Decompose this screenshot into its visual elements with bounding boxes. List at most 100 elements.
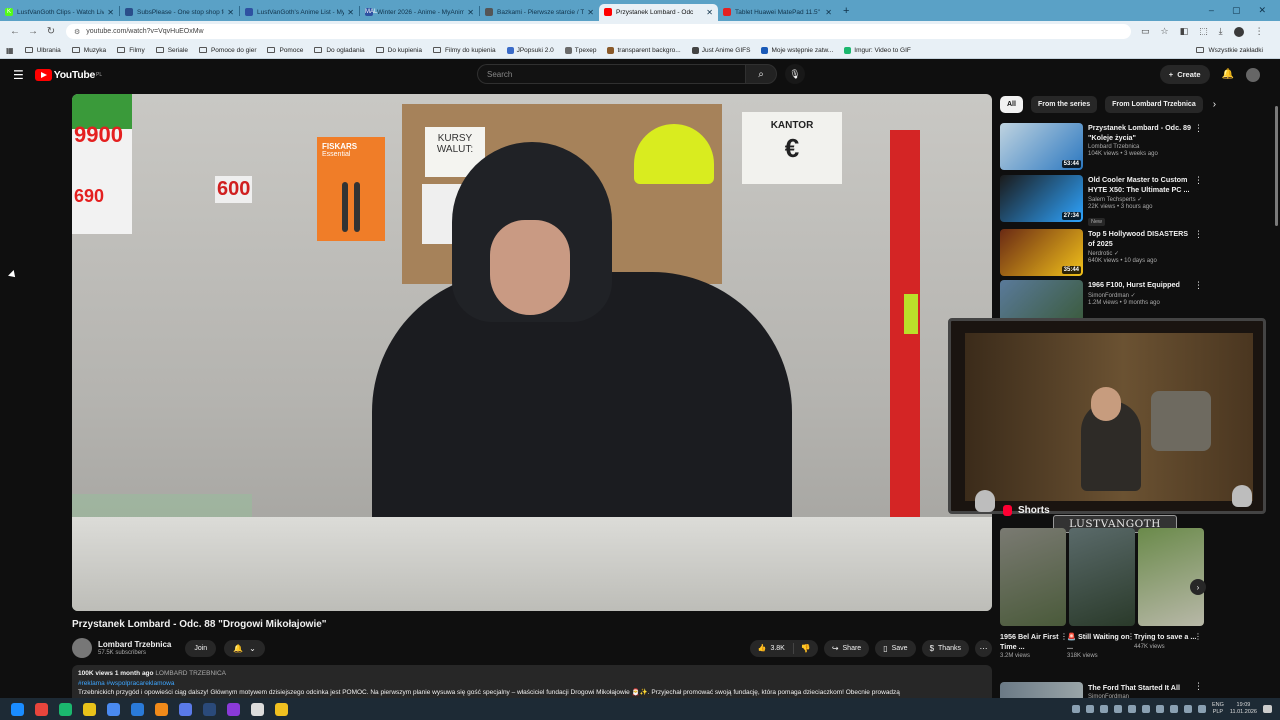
url-field[interactable]: ⚙ youtube.com/watch?v=VqvHuEOxMw [66,24,1131,39]
youtube-logo[interactable]: YouTube PL [34,69,102,81]
tray-icon[interactable] [1155,705,1164,713]
browser-tab[interactable]: Tablet Huawei MatePad 11.5" ✕ [718,4,837,21]
bookmark-item[interactable]: Moje wstępnie zatw... [761,46,833,54]
terminal-icon[interactable] [59,702,72,716]
tab-close-icon[interactable]: ✕ [825,8,832,17]
browser-tab[interactable]: Bazkami - Pierwsze starcie / Th ✕ [480,4,599,21]
notification-center-icon[interactable] [1263,705,1272,713]
more-options-icon[interactable]: ⋮ [1194,681,1203,692]
new-tab-button[interactable]: + [843,5,849,17]
recommendation-item[interactable]: 53:44 Przystanek Lombard - Odc. 89 "Kolej… [1000,123,1203,172]
bookmark-item[interactable]: transparent backgro... [607,46,681,54]
video-player[interactable]: 9900 690 600 KURSY WALUT: FISKARS Essent… [72,94,992,611]
menu-dots-icon[interactable]: ⋮ [1255,26,1264,37]
close-window-icon[interactable]: ✕ [1258,5,1266,16]
more-options-icon[interactable]: ⋮ [1194,175,1203,186]
bookmark-item[interactable]: Do ogladania [314,47,365,54]
subscription-bell-button[interactable]: 🔔 ⌄ [224,639,265,657]
filter-chip[interactable]: From Lombard Trzebnica [1105,96,1203,113]
recommendation-item[interactable]: 27:34 Old Cooler Master to Custom HYTE X5… [1000,175,1203,226]
cast-icon[interactable]: ▭ [1141,26,1150,37]
channel-name[interactable]: Lombard Trzebnica [98,640,171,649]
dislike-button[interactable]: 👎 [794,644,818,653]
notifications-bell-icon[interactable]: 🔔 [1222,69,1234,80]
search-button[interactable]: ⌕ [745,64,777,84]
bookmark-star-icon[interactable]: ☆ [1161,26,1169,37]
chrome-icon[interactable] [35,702,48,716]
chevron-right-icon[interactable]: › [1213,99,1216,110]
more-actions-button[interactable]: ⋯ [975,639,992,657]
back-icon[interactable]: ← [6,26,24,37]
tab-close-icon[interactable]: ✕ [227,8,234,17]
tab-close-icon[interactable]: ✕ [706,8,713,17]
tab-close-icon[interactable]: ✕ [467,8,474,17]
tray-icon[interactable] [1071,705,1080,713]
save-button[interactable]: ▯ Save [875,639,916,657]
join-button[interactable]: Join [185,639,217,657]
account-avatar[interactable] [1246,67,1260,82]
bookmark-item[interactable]: JPopsuki 2.0 [506,46,554,54]
scrollbar[interactable] [1273,94,1280,244]
bookmark-item[interactable]: Muzyka [71,47,106,54]
bookmark-item[interactable]: Imgur: Video to GIF [844,46,911,54]
short-thumbnail[interactable] [1000,528,1066,626]
extensions-puzzle-icon[interactable]: ⬚ [1199,26,1208,37]
bookmark-item[interactable]: Tpexep [564,46,596,54]
more-options-icon[interactable]: ⋮ [1194,229,1203,240]
short-info[interactable]: Trying to save a ... 447K views ⋮ [1134,632,1202,650]
bookmark-item[interactable]: Filmy do kupienia [432,47,496,54]
tray-icon[interactable] [1113,705,1122,713]
discord-icon[interactable] [251,702,264,716]
tab-close-icon[interactable]: ✕ [107,8,114,17]
bookmark-item[interactable]: Pomoce do gier [198,47,256,54]
tray-icon[interactable] [1085,705,1094,713]
filter-chip[interactable]: From the series [1030,96,1098,113]
shorts-next-button[interactable]: › [1190,579,1206,595]
site-info-icon[interactable]: ⚙ [74,28,80,36]
minimize-icon[interactable]: – [1209,5,1214,16]
store-icon[interactable] [131,702,144,716]
bookmark-item[interactable]: Pomoce [267,47,303,54]
wifi-icon[interactable] [1183,705,1192,713]
extension-icon[interactable]: ◧ [1180,26,1189,37]
reload-icon[interactable]: ↻ [42,26,60,37]
tray-icon[interactable] [1169,705,1178,713]
tray-icon[interactable] [1141,705,1150,713]
tray-icon[interactable] [1099,705,1108,713]
bookmark-item[interactable]: Do kupienia [375,47,422,54]
language-indicator[interactable]: ENG PLP [1212,702,1224,716]
short-info[interactable]: 1956 Bel Air First Time ... 3.2M views ⋮ [1000,632,1068,659]
search-input[interactable]: Search [477,64,745,84]
app-icon[interactable] [83,702,96,716]
bookmark-item[interactable]: Ulbrania [24,47,61,54]
recommendation-item[interactable]: 35:44 Top 5 Hollywood DISASTERS of 2025 Ne… [1000,229,1203,278]
browser-tab[interactable]: SubsPlease - One stop shop fo ✕ [120,4,239,21]
forward-icon[interactable]: → [24,26,42,37]
share-button[interactable]: ↪ Share [823,639,870,657]
filter-chip[interactable]: All [1000,96,1023,113]
download-icon[interactable]: ⤓ [1219,26,1223,37]
more-options-icon[interactable]: ⋮ [1194,280,1203,291]
explorer-icon[interactable] [275,702,288,716]
hamburger-menu-icon[interactable]: ☰ [13,68,24,82]
bookmark-item[interactable]: Just Anime GIFS [691,46,750,54]
more-options-icon[interactable]: ⋮ [1194,632,1202,641]
obs-icon[interactable] [227,702,240,716]
browser-tab[interactable]: Przystanek Lombard - Odc ✕ [599,3,718,21]
steam-icon[interactable] [203,702,216,716]
hashtags[interactable]: #reklama #wspolpracareklamowa [78,679,986,689]
chrome-active-icon[interactable] [107,702,120,716]
browser-tab[interactable]: K LustVanGoth Clips - Watch Live ✕ [0,4,119,21]
maximize-icon[interactable]: ▢ [1232,5,1241,16]
thanks-button[interactable]: $ Thanks [921,639,969,657]
bookmark-item[interactable]: Filmy [117,47,145,54]
short-info[interactable]: 🚨 Still Waiting on ... 318K views ⋮ [1067,632,1135,659]
channel-avatar[interactable] [72,638,92,658]
apps-grid-icon[interactable]: ▦ [6,46,14,55]
create-button[interactable]: + Create [1159,65,1210,84]
short-thumbnail[interactable] [1069,528,1135,626]
browser-tab[interactable]: MAL Winter 2026 - Anime - MyAnim ✕ [360,4,479,21]
windows-start-icon[interactable] [11,702,24,716]
voice-search-button[interactable]: 🎙 [785,64,805,84]
browser-icon[interactable] [179,702,192,716]
